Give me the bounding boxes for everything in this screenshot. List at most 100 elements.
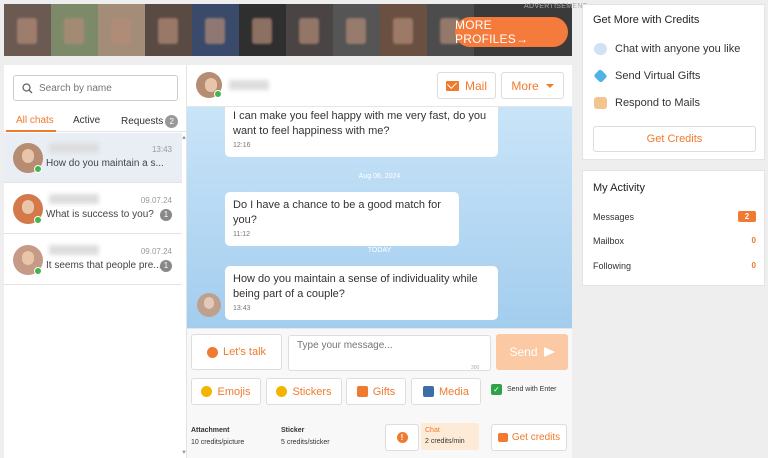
message-thread[interactable]: I can make you feel happy with me very f…	[187, 107, 572, 328]
message-bubble: Do I have a chance to be a good match fo…	[225, 192, 459, 246]
emojis-label: Emojis	[217, 385, 251, 398]
requests-count-badge: 2	[165, 115, 179, 128]
send-with-enter-checkbox[interactable]: ✓ Send with Enter	[491, 384, 556, 395]
chat-list-item[interactable]: 09.07.24 It seems that people pre... 1	[4, 235, 182, 285]
activity-count: 0	[751, 236, 756, 245]
activity-row-messages[interactable]: Messages 2	[593, 211, 756, 222]
get-credits-button[interactable]: Get credits	[491, 424, 567, 451]
info-icon: !	[396, 432, 408, 443]
tab-requests[interactable]: Requests 2	[121, 115, 179, 128]
conversation-header: Mail More	[187, 65, 572, 107]
chat-time: 13:43	[151, 145, 172, 154]
active-tab-indicator	[6, 130, 56, 132]
tab-active[interactable]: Active	[73, 115, 100, 126]
message-time: 12:16	[233, 142, 251, 149]
ad-banner[interactable]: MORE PROFILES→	[4, 4, 572, 56]
activity-row-mailbox[interactable]: Mailbox 0	[593, 236, 756, 246]
chat-price-value: 2 credits/min	[425, 438, 465, 445]
chat-list-panel: All chats Active Requests2 ▲ 13:43 How d…	[4, 65, 187, 458]
chat-preview: What is success to you?	[46, 209, 154, 220]
ad-profile-photo[interactable]	[51, 4, 98, 56]
lets-talk-button[interactable]: Let's talk	[191, 334, 282, 370]
sticker-icon	[276, 386, 288, 397]
chevron-down-icon	[545, 83, 554, 88]
ad-profile-photo[interactable]	[192, 4, 239, 56]
search-icon	[22, 82, 33, 93]
conversation-panel: Mail More I can make you feel happy with…	[187, 65, 572, 458]
message-text: How do you maintain a sense of individua…	[233, 273, 478, 300]
emojis-button[interactable]: Emojis	[191, 378, 261, 405]
lets-talk-label: Let's talk	[222, 346, 267, 358]
stickers-label: Stickers	[292, 385, 332, 398]
chat-list-item[interactable]: 09.07.24 What is success to you? 1	[4, 184, 182, 234]
mail-icon	[445, 80, 459, 91]
mail-button-label: Mail	[464, 78, 487, 93]
contact-name-redacted	[49, 194, 99, 204]
ad-profile-photo[interactable]	[4, 4, 51, 56]
chat-preview: It seems that people pre...	[46, 260, 162, 271]
chat-bubble-icon	[206, 346, 218, 358]
search-input[interactable]	[39, 82, 169, 94]
credits-feature-mails: Respond to Mails	[594, 97, 700, 109]
ad-profile-photo[interactable]	[286, 4, 333, 56]
pricing-info-button[interactable]: !	[385, 424, 419, 451]
more-profiles-button[interactable]: MORE PROFILES→	[455, 17, 568, 47]
date-separator: TODAY	[367, 247, 392, 254]
online-indicator	[34, 216, 42, 224]
contact-name-redacted	[49, 143, 99, 153]
ad-profile-photo[interactable]	[239, 4, 286, 56]
activity-row-following[interactable]: Following 0	[593, 261, 756, 271]
emoji-icon	[201, 386, 213, 397]
contact-name-redacted	[49, 245, 99, 255]
media-label: Media	[439, 385, 469, 398]
get-credits-card-button[interactable]: Get Credits	[593, 126, 756, 152]
search-box[interactable]	[13, 75, 178, 101]
media-button[interactable]: Media	[411, 378, 481, 405]
character-counter: 300	[471, 365, 480, 371]
chat-icon	[594, 43, 607, 55]
gifts-button[interactable]: Gifts	[346, 378, 406, 405]
date-separator: Aug 06, 2024	[358, 173, 401, 180]
activity-count-badge: 2	[738, 211, 756, 222]
send-button[interactable]: Send	[496, 334, 568, 370]
attachment-price-label: Attachment	[191, 427, 230, 434]
message-input[interactable]	[288, 335, 491, 371]
send-button-label: Send	[509, 345, 538, 359]
credits-feature-gifts: Send Virtual Gifts	[593, 68, 701, 84]
stickers-button[interactable]: Stickers	[266, 378, 342, 405]
credits-card-title: Get More with Credits	[593, 14, 700, 26]
credits-feature-label: Respond to Mails	[615, 97, 700, 109]
activity-label: Messages	[593, 212, 635, 222]
activity-label: Following	[593, 261, 632, 271]
more-button[interactable]: More	[501, 72, 564, 99]
chat-list-item[interactable]: 13:43 How do you maintain a s...	[4, 133, 182, 183]
chat-price: Chat 2 credits/min	[421, 423, 479, 450]
activity-label: Mailbox	[593, 236, 625, 246]
message-text: I can make you feel happy with me very f…	[233, 110, 487, 137]
credits-feature-label: Send Virtual Gifts	[615, 70, 701, 82]
chat-time: 09.07.24	[140, 247, 172, 256]
sticker-price-label: Sticker	[281, 427, 305, 434]
ad-profile-photo[interactable]	[380, 4, 427, 56]
checkmark-icon: ✓	[491, 384, 502, 395]
envelope-icon	[594, 97, 607, 109]
composer: Let's talk 300 Send Emojis Stickers Gift…	[187, 328, 572, 458]
contact-name-redacted	[229, 80, 269, 90]
unread-count-badge: 1	[160, 209, 172, 221]
get-credits-label: Get credits	[511, 432, 561, 443]
chat-preview: How do you maintain a s...	[46, 158, 164, 169]
send-icon	[543, 347, 555, 357]
chat-tabs: All chats Active Requests 2	[4, 110, 187, 132]
unread-count-badge: 1	[160, 260, 172, 272]
attachment-price: Attachment 10 credits/picture	[191, 425, 244, 449]
online-indicator	[214, 90, 222, 98]
ad-profile-photo[interactable]	[145, 4, 192, 56]
mail-button[interactable]: Mail	[437, 72, 496, 99]
tab-all-chats[interactable]: All chats	[16, 115, 54, 126]
message-text: Do I have a chance to be a good match fo…	[233, 199, 441, 226]
ad-profile-photo[interactable]	[98, 4, 145, 56]
message-bubble: I can make you feel happy with me very f…	[225, 107, 498, 157]
credits-feature-label: Chat with anyone you like	[615, 43, 741, 55]
ad-profile-photo[interactable]	[333, 4, 380, 56]
message-time: 13:43	[233, 305, 251, 312]
